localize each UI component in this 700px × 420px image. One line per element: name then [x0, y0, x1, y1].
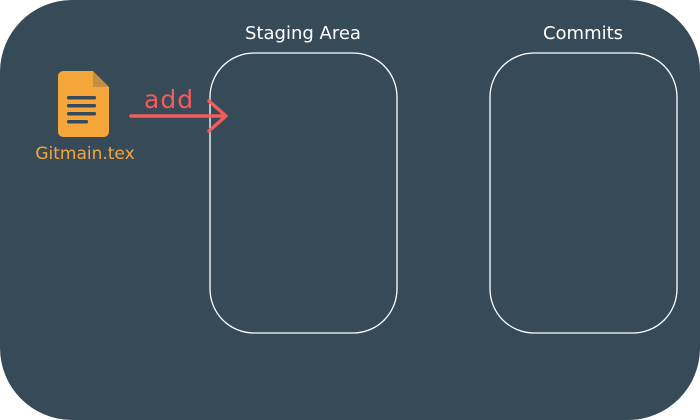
document-icon [58, 71, 109, 137]
add-action-label: add [144, 85, 194, 114]
document-icon-line-3 [67, 112, 96, 116]
document-icon-line-2 [67, 104, 96, 108]
document-icon-line-1 [67, 96, 96, 100]
staging-area-title: Staging Area [245, 23, 361, 44]
commits-title: Commits [543, 23, 623, 44]
file-name-label: Gitmain.tex [35, 144, 134, 164]
diagram-svg: Staging Area Commits Gitmain.tex add [0, 0, 700, 420]
git-workflow-diagram: Staging Area Commits Gitmain.tex add [0, 0, 700, 420]
diagram-background [0, 0, 700, 420]
document-icon-line-4 [67, 120, 88, 124]
